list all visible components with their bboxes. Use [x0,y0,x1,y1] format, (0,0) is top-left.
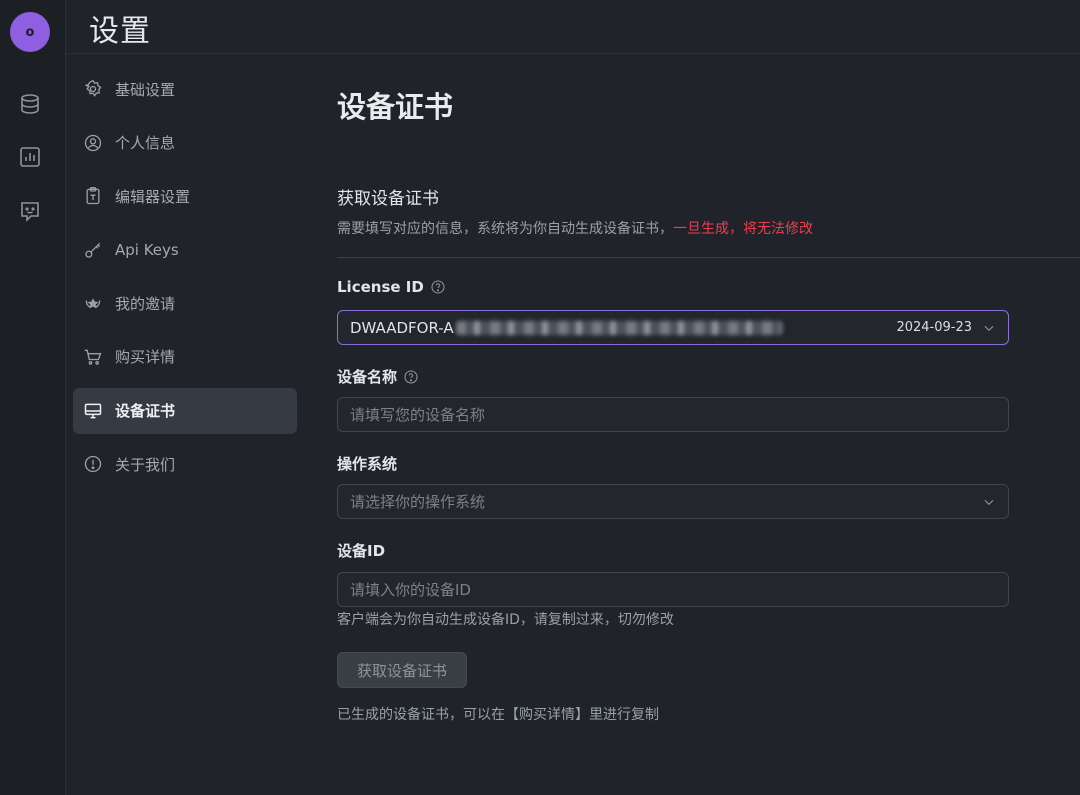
device-id-placeholder: 请填入你的设备ID [350,581,471,599]
nav-item-label: 我的邀请 [115,294,176,313]
device-id-input[interactable]: 请填入你的设备ID [337,572,1009,607]
license-id-select[interactable]: DWAADFOR-A 2024-09-23 [337,310,1009,345]
info-circle-icon [83,454,103,474]
nav-item-device-certificate[interactable]: 设备证书 [73,387,297,434]
section-description: 需要填写对应的信息，系统将为你自动生成设备证书，一旦生成，将无法修改 [337,218,813,238]
key-icon [83,240,103,260]
license-id-label: License ID [337,278,446,296]
nav-item-label: 关于我们 [115,455,176,474]
monitor-icon [83,401,103,421]
help-icon[interactable] [403,369,419,385]
device-name-label: 设备名称 [337,366,419,387]
chat-bot-icon[interactable] [18,199,42,223]
nav-item-label: 设备证书 [115,402,176,421]
help-icon[interactable] [430,279,446,295]
license-id-label-text: License ID [337,278,424,296]
user-circle-icon [83,133,103,153]
nav-item-purchase-details[interactable]: 购买详情 [73,334,297,380]
nav-item-api-keys[interactable]: Api Keys [73,227,297,273]
nav-item-label: Api Keys [115,240,179,259]
device-id-label-text: 设备ID [337,542,386,560]
laurel-star-icon [83,293,103,313]
os-label-text: 操作系统 [337,455,398,473]
clipboard-icon [83,186,103,206]
chart-icon[interactable] [18,145,42,169]
icon-rail: o [0,0,66,795]
chevron-down-icon [982,495,996,509]
cart-icon [83,347,103,367]
get-certificate-button[interactable]: 获取设备证书 [337,652,467,688]
license-date: 2024-09-23 [896,320,972,335]
nav-item-invitations[interactable]: 我的邀请 [73,280,297,326]
os-placeholder: 请选择你的操作系统 [350,493,486,511]
nav-item-label: 个人信息 [115,134,176,153]
header: 设置 [66,0,1080,54]
footer-note: 已生成的设备证书，可以在【购买详情】里进行复制 [337,707,659,723]
device-name-label-text: 设备名称 [337,368,398,386]
device-name-placeholder: 请填写您的设备名称 [350,406,486,424]
section-title: 获取设备证书 [337,189,439,209]
page-title: 设备证书 [337,90,454,124]
license-date-meta: 2024-09-23 [896,320,996,335]
gear-icon [83,79,103,99]
nav-item-label: 购买详情 [115,348,176,367]
redacted-license-blur [455,320,782,335]
license-id-value: DWAADFOR-A [350,318,454,337]
nav-item-editor-settings[interactable]: 编辑器设置 [73,173,297,219]
os-label: 操作系统 [337,453,397,474]
nav-item-label: 基础设置 [115,80,176,99]
device-id-label: 设备ID [337,540,385,561]
page-header-title: 设置 [89,14,151,49]
os-select-meta [972,495,996,509]
divider [337,257,1080,258]
os-select[interactable]: 请选择你的操作系统 [337,484,1009,519]
settings-nav: 基础设置 个人信息 编辑器设置 Api Keys 我的邀请 购买详情 设备证书 … [73,66,297,495]
avatar[interactable]: o [10,12,50,52]
device-name-input[interactable]: 请填写您的设备名称 [337,397,1009,432]
main-content: 设备证书 获取设备证书 需要填写对应的信息，系统将为你自动生成设备证书，一旦生成… [337,54,1080,795]
nav-item-about-us[interactable]: 关于我们 [73,441,297,487]
app-window: o 设置 基础设置 个人信息 编辑器设置 Api Keys 我的邀请 购买详情 … [0,0,1080,795]
device-id-hint: 客户端会为你自动生成设备ID，请复制过来，切勿修改 [337,612,674,628]
nav-item-basic-settings[interactable]: 基础设置 [73,66,297,112]
nav-item-label: 编辑器设置 [115,187,191,206]
section-description-text: 需要填写对应的信息，系统将为你自动生成设备证书， [337,221,673,237]
chevron-down-icon [982,321,996,335]
section-warning-text: 一旦生成，将无法修改 [673,221,813,237]
nav-item-profile[interactable]: 个人信息 [73,120,297,166]
database-icon[interactable] [18,92,42,116]
